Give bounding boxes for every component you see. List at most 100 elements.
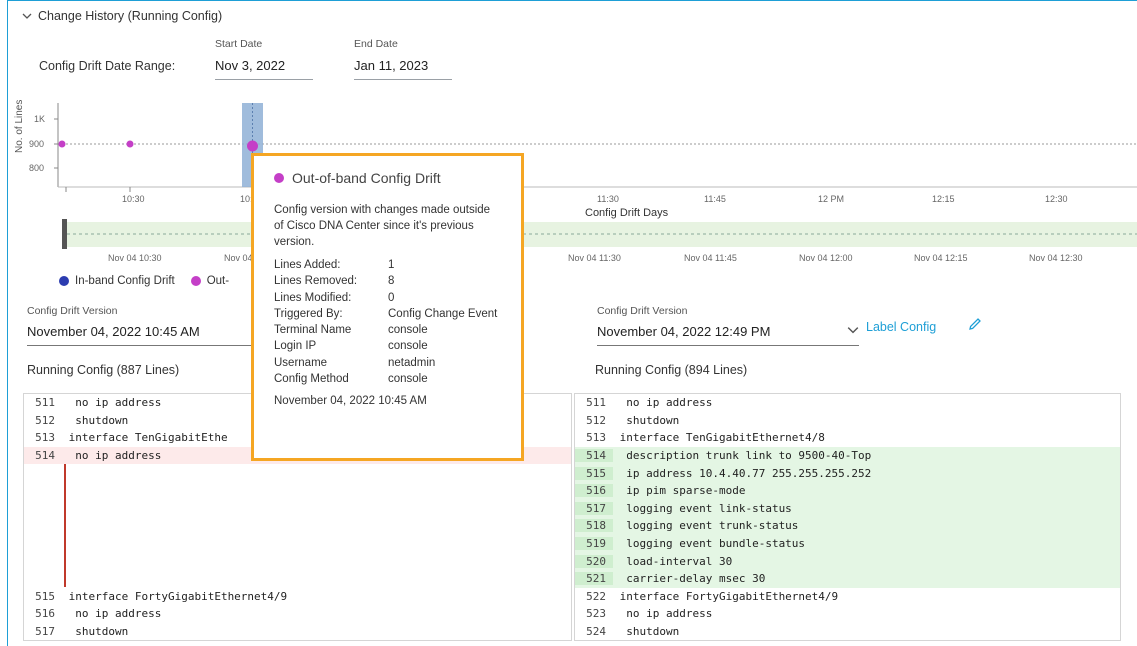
data-point-selected[interactable] [247, 140, 258, 152]
code-line: 516 no ip address [24, 605, 571, 623]
line-text: logging event bundle-status [613, 537, 806, 551]
range-tick-label: Nov 04 12:00 [799, 253, 853, 263]
tooltip-value: netadmin [388, 356, 436, 369]
tooltip-value: 0 [388, 291, 395, 304]
line-text: no ip address [613, 607, 713, 621]
code-line-added: 518 logging event trunk-status [575, 517, 1120, 535]
line-text: no ip address [62, 607, 162, 621]
y-tick-label: 900 [29, 139, 45, 149]
tooltip-row: Terminal Name console [274, 322, 501, 338]
legend-label: Out- [206, 275, 230, 287]
x-tick-label: 12 PM [818, 194, 845, 204]
code-line-added: 519 logging event bundle-status [575, 534, 1120, 553]
line-number: 511 [35, 396, 55, 410]
legend-item-in-band[interactable]: In-band Config Drift [59, 275, 175, 287]
line-text: no ip address [62, 449, 162, 463]
out-of-band-dot-icon [274, 173, 284, 183]
left-version-caption: Config Drift Version [27, 305, 118, 317]
tooltip-key: Username [274, 356, 328, 369]
line-number: 520 [575, 554, 613, 568]
code-line: 515 interface FortyGigabitEthernet4/9 [24, 587, 571, 605]
line-text: ip address 10.4.40.77 255.255.255.252 [613, 466, 872, 480]
section-title: Change History (Running Config) [38, 9, 223, 23]
tooltip-header: Out-of-band Config Drift [274, 170, 501, 186]
line-number: 513 [35, 431, 55, 445]
pencil-edit-icon[interactable] [967, 316, 983, 332]
data-point[interactable] [58, 140, 66, 148]
tooltip-row: Lines Removed: 8 [274, 273, 501, 289]
end-date-value[interactable]: Jan 11, 2023 [354, 58, 452, 80]
data-point[interactable] [126, 140, 134, 148]
chart-canvas [54, 103, 1137, 249]
code-line: 513 interface TenGigabitEthernet4/8 [575, 429, 1120, 447]
start-date-field[interactable]: Start Date Nov 3, 2022 [215, 38, 313, 80]
line-number: 515 [575, 466, 613, 480]
code-line: 523 no ip address [575, 605, 1120, 623]
line-number: 513 [586, 431, 606, 445]
line-number: 512 [586, 413, 606, 427]
right-version-value: November 04, 2022 12:49 PM [597, 324, 771, 339]
line-number: 514 [575, 449, 613, 463]
range-slider-handle[interactable] [62, 219, 67, 249]
right-version-dropdown[interactable]: November 04, 2022 12:49 PM [597, 324, 859, 346]
section-header[interactable]: Change History (Running Config) [22, 9, 222, 23]
tooltip-value: 1 [388, 259, 395, 271]
range-tick-label: Nov 04 11:45 [684, 253, 737, 263]
start-date-caption: Start Date [215, 38, 263, 50]
legend-label: In-band Config Drift [75, 275, 175, 287]
tooltip-title: Out-of-band Config Drift [292, 170, 441, 186]
line-text: shutdown [62, 413, 129, 427]
tooltip-row: Triggered By: Config Change Event [274, 306, 501, 322]
line-number: 517 [575, 501, 613, 515]
tooltip-key: Triggered By: [274, 307, 343, 320]
right-config-title: Running Config (894 Lines) [595, 363, 748, 377]
tooltip-key: Lines Modified: [274, 291, 352, 304]
legend-item-out-of-band[interactable]: Out- [190, 275, 230, 287]
left-config-title: Running Config (887 Lines) [27, 363, 180, 377]
line-number: 519 [575, 537, 613, 551]
line-number: 515 [35, 589, 55, 603]
line-text: logging event link-status [613, 501, 792, 515]
line-number: 516 [575, 484, 613, 498]
chevron-down-icon[interactable] [22, 11, 32, 21]
line-text: carrier-delay msec 30 [613, 572, 766, 586]
line-number: 511 [586, 396, 606, 410]
tooltip-key: Lines Removed: [274, 275, 358, 288]
line-text: interface FortyGigabitEthernet4/9 [613, 589, 839, 603]
tooltip-key: Config Method [274, 373, 349, 386]
x-tick-label: 12:15 [932, 194, 955, 204]
code-line-added: 517 logging event link-status [575, 499, 1120, 518]
code-line: 511 no ip address [575, 394, 1120, 412]
code-line-added: 520 load-interval 30 [575, 552, 1120, 570]
left-version-select[interactable]: Config Drift Version November 04, 2022 1… [27, 305, 259, 346]
code-line: 522 interface FortyGigabitEthernet4/9 [575, 588, 1120, 606]
line-text: no ip address [62, 396, 162, 410]
chart-legend: In-band Config Drift Out- [59, 275, 229, 287]
right-config-diff[interactable]: 511 no ip address 512 shutdown 513 inter… [574, 393, 1121, 641]
code-line: 524 shutdown [575, 623, 1120, 640]
label-config-link[interactable]: Label Config [866, 320, 936, 334]
code-line: 517 shutdown [24, 623, 571, 640]
tooltip-key: Terminal Name [274, 324, 352, 337]
x-tick-label: 11:45 [704, 194, 726, 204]
y-tick-label: 1K [34, 114, 46, 124]
x-axis-title: Config Drift Days [585, 207, 669, 219]
tooltip-value: 8 [388, 275, 395, 288]
range-tick-label: Nov 04 12:30 [1029, 253, 1083, 263]
line-number: 512 [35, 413, 55, 427]
chevron-down-icon[interactable] [847, 324, 859, 336]
code-line-added: 515 ip address 10.4.40.77 255.255.255.25… [575, 464, 1120, 482]
end-date-field[interactable]: End Date Jan 11, 2023 [354, 38, 452, 80]
line-text: shutdown [62, 624, 129, 638]
line-number: 514 [35, 449, 55, 463]
code-line-added: 521 carrier-delay msec 30 [575, 569, 1120, 588]
start-date-value[interactable]: Nov 3, 2022 [215, 58, 313, 80]
y-axis-title: No. of Lines [14, 99, 25, 153]
left-version-value[interactable]: November 04, 2022 10:45 AM [27, 324, 259, 346]
config-drift-chart[interactable]: No. of Lines 1K 900 800 10:30 10: 11:30 … [0, 95, 1137, 295]
end-date-caption: End Date [354, 38, 398, 50]
range-tick-label: Nov 04 10:30 [108, 253, 162, 263]
x-tick-label: 10:30 [122, 194, 145, 204]
right-version-select[interactable]: Config Drift Version November 04, 2022 1… [597, 305, 859, 346]
tooltip-description: Config version with changes made outside… [274, 204, 491, 248]
